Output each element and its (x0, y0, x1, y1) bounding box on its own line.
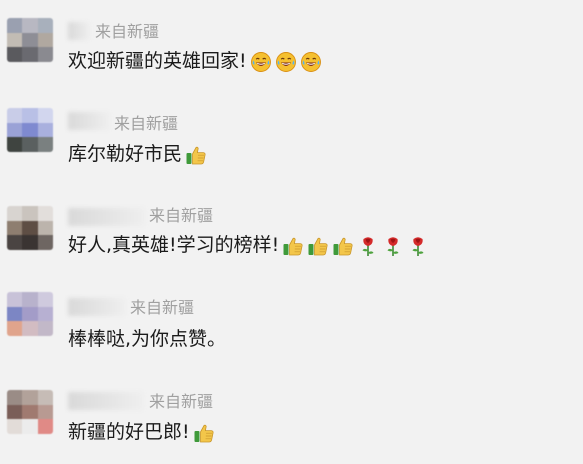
grinning-tears-face-icon (250, 51, 272, 73)
avatar[interactable] (7, 390, 53, 434)
comment-text-content: 新疆的好巴郎! (68, 421, 190, 443)
avatar[interactable] (7, 206, 53, 250)
rose-icon (382, 235, 404, 257)
rose-icon (407, 235, 429, 257)
comment-text-content: 欢迎新疆的英雄回家! (68, 50, 247, 72)
grinning-tears-face-icon (275, 51, 297, 73)
grinning-tears-face-icon (300, 51, 322, 73)
comment-item: 来自新疆 新疆的好巴郎! (0, 378, 583, 458)
comment-text-content: 库尔勒好市民 (68, 143, 183, 165)
thumbs-up-icon (307, 235, 329, 257)
location-label: 来自新疆 (130, 298, 195, 317)
avatar[interactable] (7, 292, 53, 336)
comment-text: 新疆的好巴郎! (68, 419, 215, 445)
avatar[interactable] (7, 108, 53, 152)
thumbs-up-icon (193, 422, 215, 444)
comment-item: 来自新疆 好人,真英雄!学习的榜样! (0, 190, 583, 270)
thumbs-up-icon (282, 235, 304, 257)
username-blurred[interactable] (68, 208, 146, 226)
comment-text-content: 棒棒哒,为你点赞。 (68, 328, 227, 350)
username-blurred[interactable] (68, 22, 90, 40)
comment-text: 棒棒哒,为你点赞。 (68, 326, 226, 352)
location-label: 来自新疆 (95, 22, 160, 41)
username-blurred[interactable] (68, 392, 144, 410)
comment-item: 来自新疆 棒棒哒,为你点赞。 (0, 284, 583, 364)
comment-text: 好人,真英雄!学习的榜样! (68, 232, 429, 258)
thumbs-up-icon (332, 235, 354, 257)
thumbs-up-icon (185, 144, 207, 166)
comment-item: 来自新疆 欢迎新疆的英雄回家! (0, 0, 583, 80)
comment-text: 欢迎新疆的英雄回家! (68, 48, 322, 74)
username-blurred[interactable] (68, 298, 126, 316)
comment-item: 来自新疆 库尔勒好市民 (0, 96, 583, 176)
location-label: 来自新疆 (114, 114, 179, 133)
comment-text-content: 好人,真英雄!学习的榜样! (68, 234, 280, 256)
username-blurred[interactable] (68, 112, 110, 130)
comment-text: 库尔勒好市民 (68, 141, 207, 167)
location-label: 来自新疆 (149, 392, 214, 411)
location-label: 来自新疆 (149, 206, 214, 225)
avatar[interactable] (7, 18, 53, 62)
rose-icon (357, 235, 379, 257)
